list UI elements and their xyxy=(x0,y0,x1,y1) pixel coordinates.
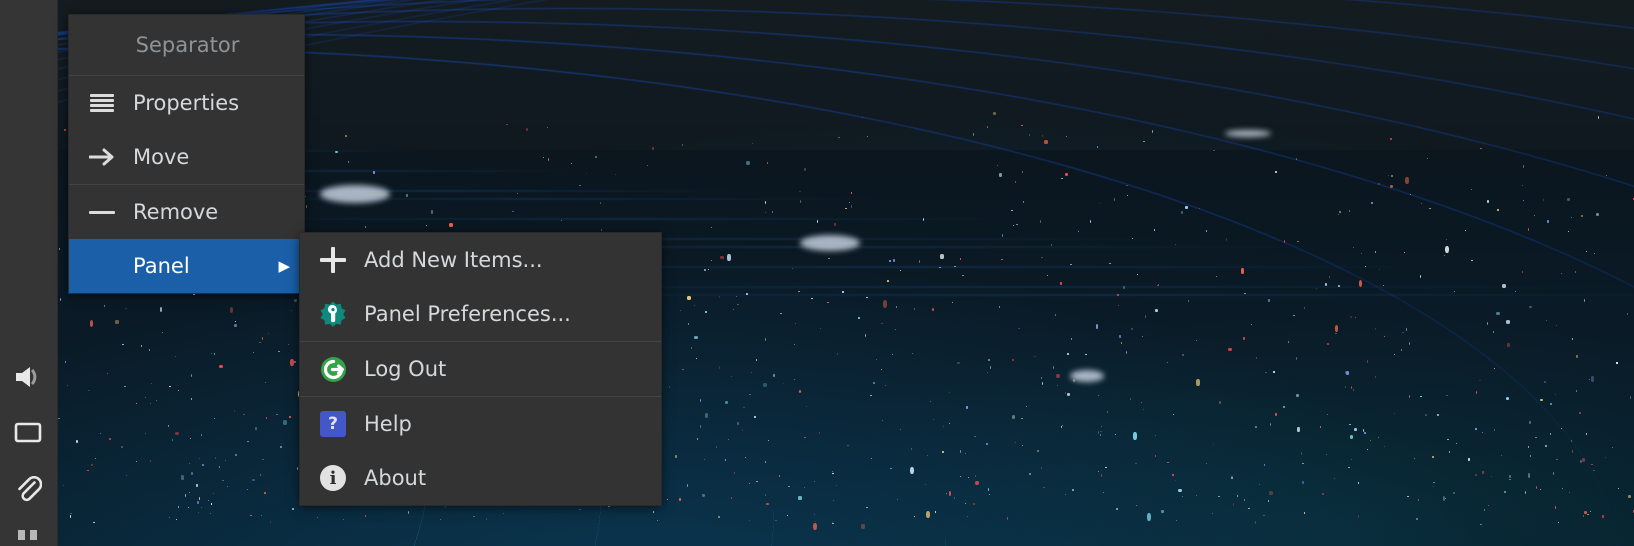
menu-item-remove[interactable]: Remove xyxy=(69,185,304,239)
menu-item-label: Move xyxy=(133,145,190,169)
chevron-right-icon: ▶ xyxy=(278,256,290,275)
plus-icon xyxy=(316,245,350,275)
menu-item-label: Panel Preferences... xyxy=(364,302,571,326)
help-icon-glyph: ? xyxy=(320,411,346,437)
menu-item-label: Remove xyxy=(133,200,219,224)
menu-item-label: Properties xyxy=(133,91,240,115)
empty-icon-slot xyxy=(85,251,119,281)
left-panel[interactable] xyxy=(0,0,58,546)
menu-item-properties[interactable]: Properties xyxy=(69,76,304,130)
menu-item-help[interactable]: ? Help xyxy=(300,397,661,451)
logout-icon xyxy=(316,354,350,384)
menu-item-about[interactable]: i About xyxy=(300,451,661,505)
list-lines-icon xyxy=(85,88,119,118)
menu-item-label: Log Out xyxy=(364,357,447,381)
help-icon: ? xyxy=(316,409,350,439)
menu-item-label: Add New Items... xyxy=(364,248,543,272)
menu-item-label: Panel xyxy=(133,254,190,278)
info-icon-glyph: i xyxy=(320,465,346,491)
dash-icon xyxy=(85,197,119,227)
system-tray xyxy=(0,362,56,546)
menu-title-separator: Separator xyxy=(69,15,304,75)
menu-item-log-out[interactable]: Log Out xyxy=(300,342,661,396)
panel-context-menu[interactable]: Separator Properties Move Remove Panel ▶ xyxy=(68,14,305,294)
menu-item-label: Help xyxy=(364,412,412,436)
menu-item-move[interactable]: Move xyxy=(69,130,304,184)
partial-tray-icon[interactable] xyxy=(13,530,43,540)
paperclip-icon[interactable] xyxy=(13,474,43,504)
gear-wrench-icon xyxy=(316,299,350,329)
menu-item-add-new-items[interactable]: Add New Items... xyxy=(300,233,661,287)
volume-icon[interactable] xyxy=(13,362,43,392)
menu-item-panel[interactable]: Panel ▶ xyxy=(69,239,304,293)
menu-title-label: Separator xyxy=(135,33,240,57)
panel-submenu[interactable]: Add New Items... Panel Preferences... Lo… xyxy=(299,232,662,506)
arrow-right-icon xyxy=(85,142,119,172)
menu-item-label: About xyxy=(364,466,427,490)
menu-item-panel-preferences[interactable]: Panel Preferences... xyxy=(300,287,661,341)
info-icon: i xyxy=(316,463,350,493)
display-icon[interactable] xyxy=(13,418,43,448)
